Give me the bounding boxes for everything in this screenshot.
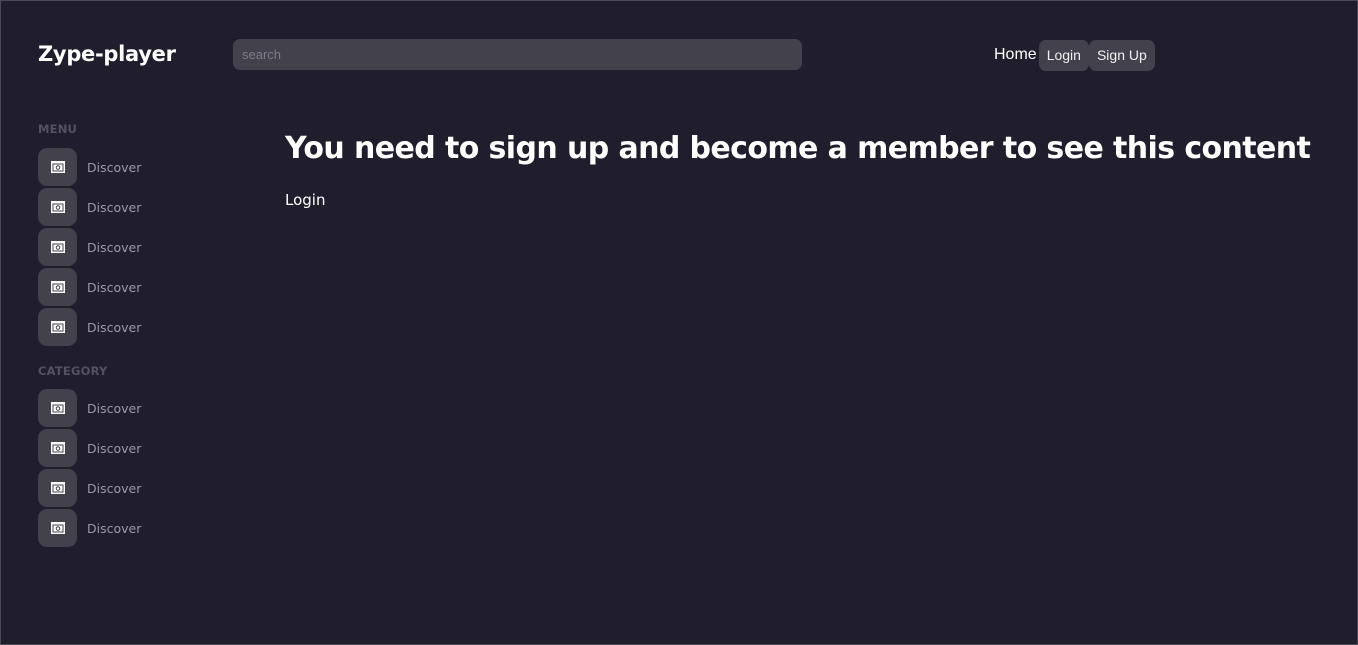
calendar-icon	[38, 389, 77, 427]
sidebar-item-label: Discover	[87, 440, 142, 456]
sidebar-item-discover[interactable]: Discover	[38, 429, 218, 467]
sidebar-item-discover[interactable]: Discover	[38, 308, 218, 346]
category-section-title: CATEGORY	[38, 364, 108, 378]
sidebar-item-label: Discover	[87, 520, 142, 536]
sidebar-item-label: Discover	[87, 159, 142, 175]
calendar-icon	[38, 268, 77, 306]
sidebar-item-discover[interactable]: Discover	[38, 509, 218, 547]
calendar-icon	[38, 429, 77, 467]
menu-section-title: MENU	[38, 122, 78, 136]
app-title[interactable]: Zype-player	[38, 42, 176, 66]
sidebar-item-label: Discover	[87, 319, 142, 335]
calendar-icon	[38, 228, 77, 266]
search-input[interactable]	[233, 39, 802, 70]
calendar-icon	[38, 188, 77, 226]
nav-home-link[interactable]: Home	[994, 46, 1037, 64]
sidebar-item-discover[interactable]: Discover	[38, 268, 218, 306]
sidebar-item-discover[interactable]: Discover	[38, 228, 218, 266]
sidebar-item-label: Discover	[87, 199, 142, 215]
sidebar-item-discover[interactable]: Discover	[38, 389, 218, 427]
calendar-icon	[38, 469, 77, 507]
calendar-icon	[38, 308, 77, 346]
sidebar: MENU Discover Discover Discover Discover…	[38, 121, 218, 549]
sidebar-item-label: Discover	[87, 239, 142, 255]
calendar-icon	[38, 509, 77, 547]
sidebar-item-label: Discover	[87, 480, 142, 496]
page-title: You need to sign up and become a member …	[285, 131, 1311, 166]
top-nav: Home Login Sign Up	[994, 39, 1155, 71]
signup-button[interactable]: Sign Up	[1088, 39, 1155, 71]
sidebar-item-label: Discover	[87, 400, 142, 416]
sidebar-item-discover[interactable]: Discover	[38, 188, 218, 226]
main-login-link[interactable]: Login	[285, 191, 325, 209]
calendar-icon	[38, 148, 77, 186]
sidebar-item-discover[interactable]: Discover	[38, 148, 218, 186]
login-button[interactable]: Login	[1038, 39, 1089, 71]
sidebar-item-discover[interactable]: Discover	[38, 469, 218, 507]
sidebar-item-label: Discover	[87, 279, 142, 295]
